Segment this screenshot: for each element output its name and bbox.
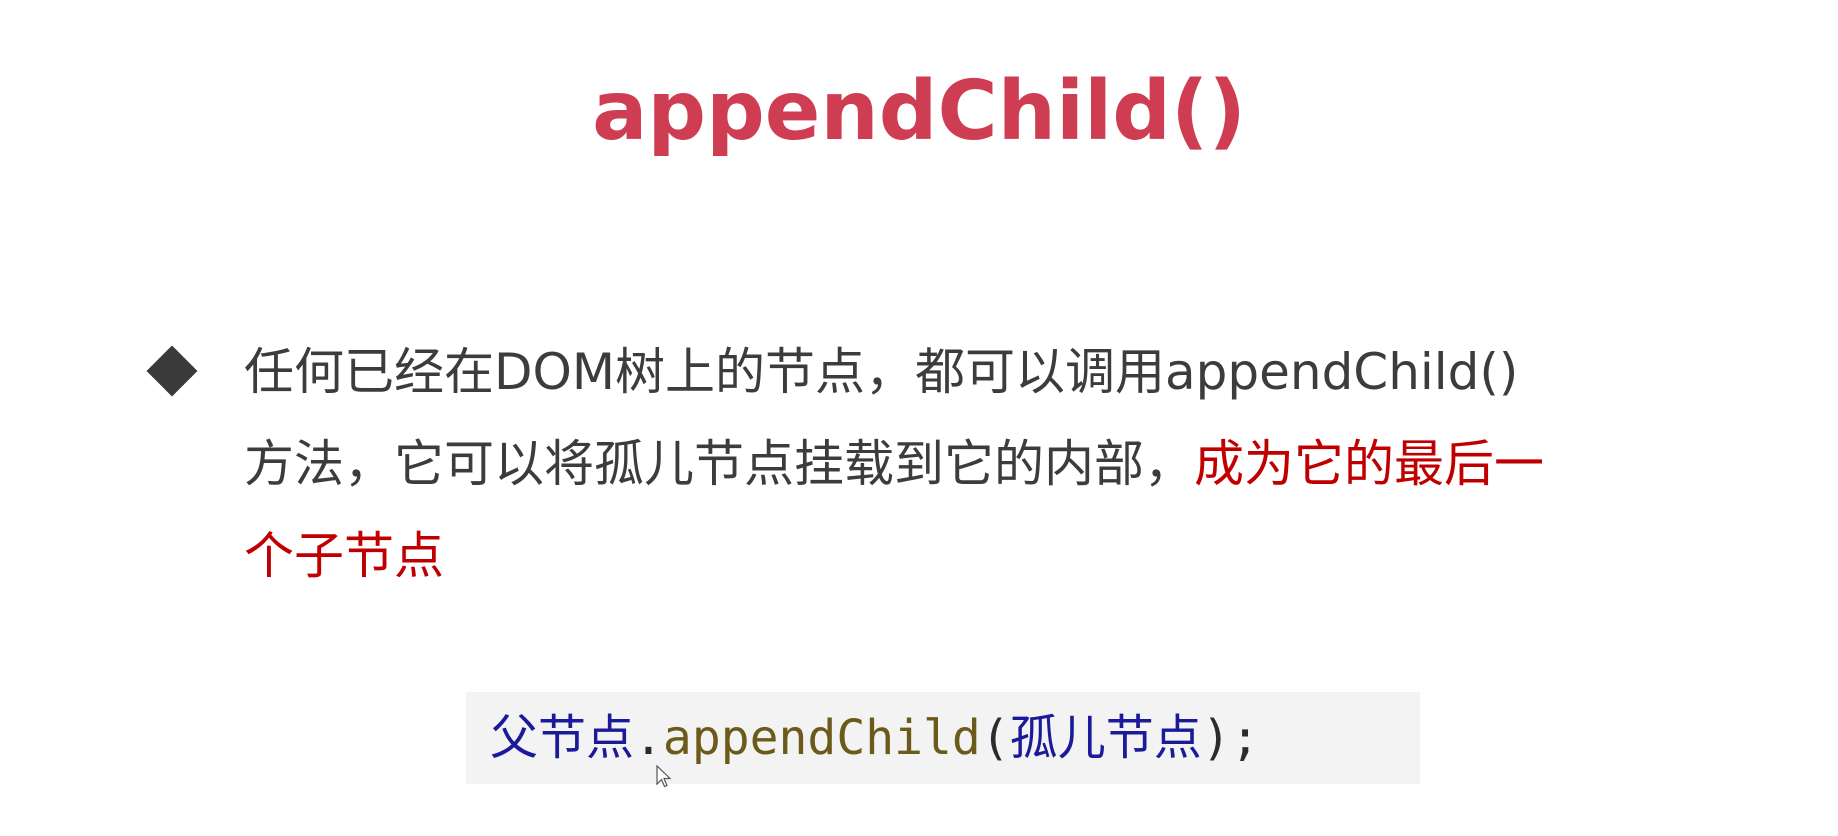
code-close: ); bbox=[1201, 710, 1260, 766]
code-open-paren: ( bbox=[980, 710, 1010, 766]
diamond-bullet-icon bbox=[146, 345, 198, 397]
bullet-highlight-part-1: 成为它的最后一 bbox=[1194, 435, 1544, 493]
bullet-paragraph: 任何已经在DOM树上的节点，都可以调用appendChild() 方法，它可以将… bbox=[244, 326, 1804, 602]
code-parent-node: 父节点 bbox=[490, 710, 635, 766]
code-line: 父节点.appendChild(孤儿节点); bbox=[490, 692, 1260, 784]
code-method-name: appendChild bbox=[662, 710, 981, 766]
bullet-line-2: 方法，它可以将孤儿节点挂载到它的内部，成为它的最后一 bbox=[244, 418, 1804, 510]
bullet-highlight-part-2: 个子节点 bbox=[244, 527, 444, 585]
code-argument: 孤儿节点 bbox=[1009, 710, 1202, 766]
slide: appendChild() 任何已经在DOM树上的节点，都可以调用appendC… bbox=[0, 0, 1838, 836]
code-block: 父节点.appendChild(孤儿节点); bbox=[466, 692, 1420, 784]
slide-title: appendChild() bbox=[592, 64, 1246, 159]
bullet-line-2-text: 方法，它可以将孤儿节点挂载到它的内部， bbox=[244, 435, 1194, 493]
mouse-pointer-icon bbox=[656, 764, 672, 794]
bullet-line-1: 任何已经在DOM树上的节点，都可以调用appendChild() bbox=[244, 343, 1519, 401]
code-dot: . bbox=[634, 710, 663, 766]
